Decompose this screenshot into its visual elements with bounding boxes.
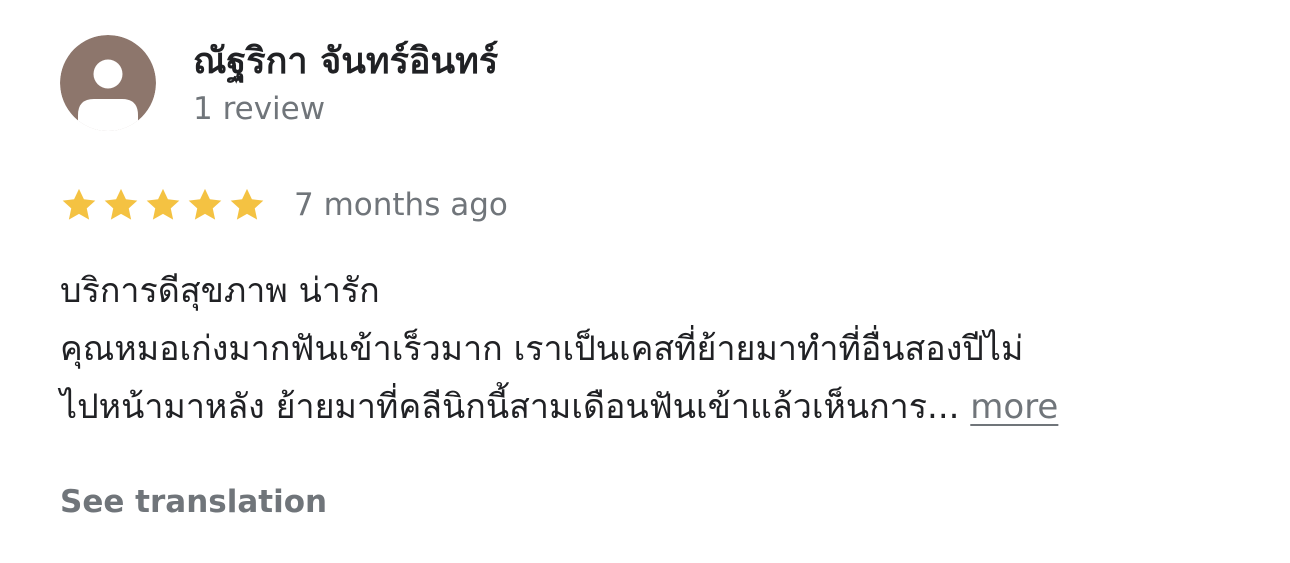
star-icon <box>146 188 180 220</box>
review-text-line: บริการดีสุขภาพ น่ารัก <box>60 271 380 311</box>
star-rating <box>60 183 266 227</box>
review-text-line: ไปหน้ามาหลัง ย้ายมาที่คลีนิกนี้สามเดือนฟ… <box>60 378 1260 436</box>
star-icon <box>230 188 264 220</box>
star-icon <box>62 188 96 220</box>
more-link[interactable]: more <box>970 387 1058 427</box>
star-icon <box>104 188 138 220</box>
see-translation-link[interactable]: See translation <box>60 480 327 524</box>
review-timestamp: 7 months ago <box>294 187 508 223</box>
person-avatar-icon <box>60 35 156 131</box>
review-text-line-content: ไปหน้ามาหลัง ย้ายมาที่คลีนิกนี้สามเดือนฟ… <box>60 387 960 427</box>
star-icon <box>188 188 222 220</box>
review-text-line: คุณหมอเก่งมากฟันเข้าเร็วมาก เราเป็นเคสที… <box>60 329 1024 369</box>
author-name[interactable]: ณัฐริกา จันทร์อินทร์ <box>193 36 498 88</box>
avatar[interactable] <box>60 35 156 131</box>
review-text: บริการดีสุขภาพ น่ารัก คุณหมอเก่งมากฟันเข… <box>60 262 1260 436</box>
author-review-count: 1 review <box>193 91 326 127</box>
